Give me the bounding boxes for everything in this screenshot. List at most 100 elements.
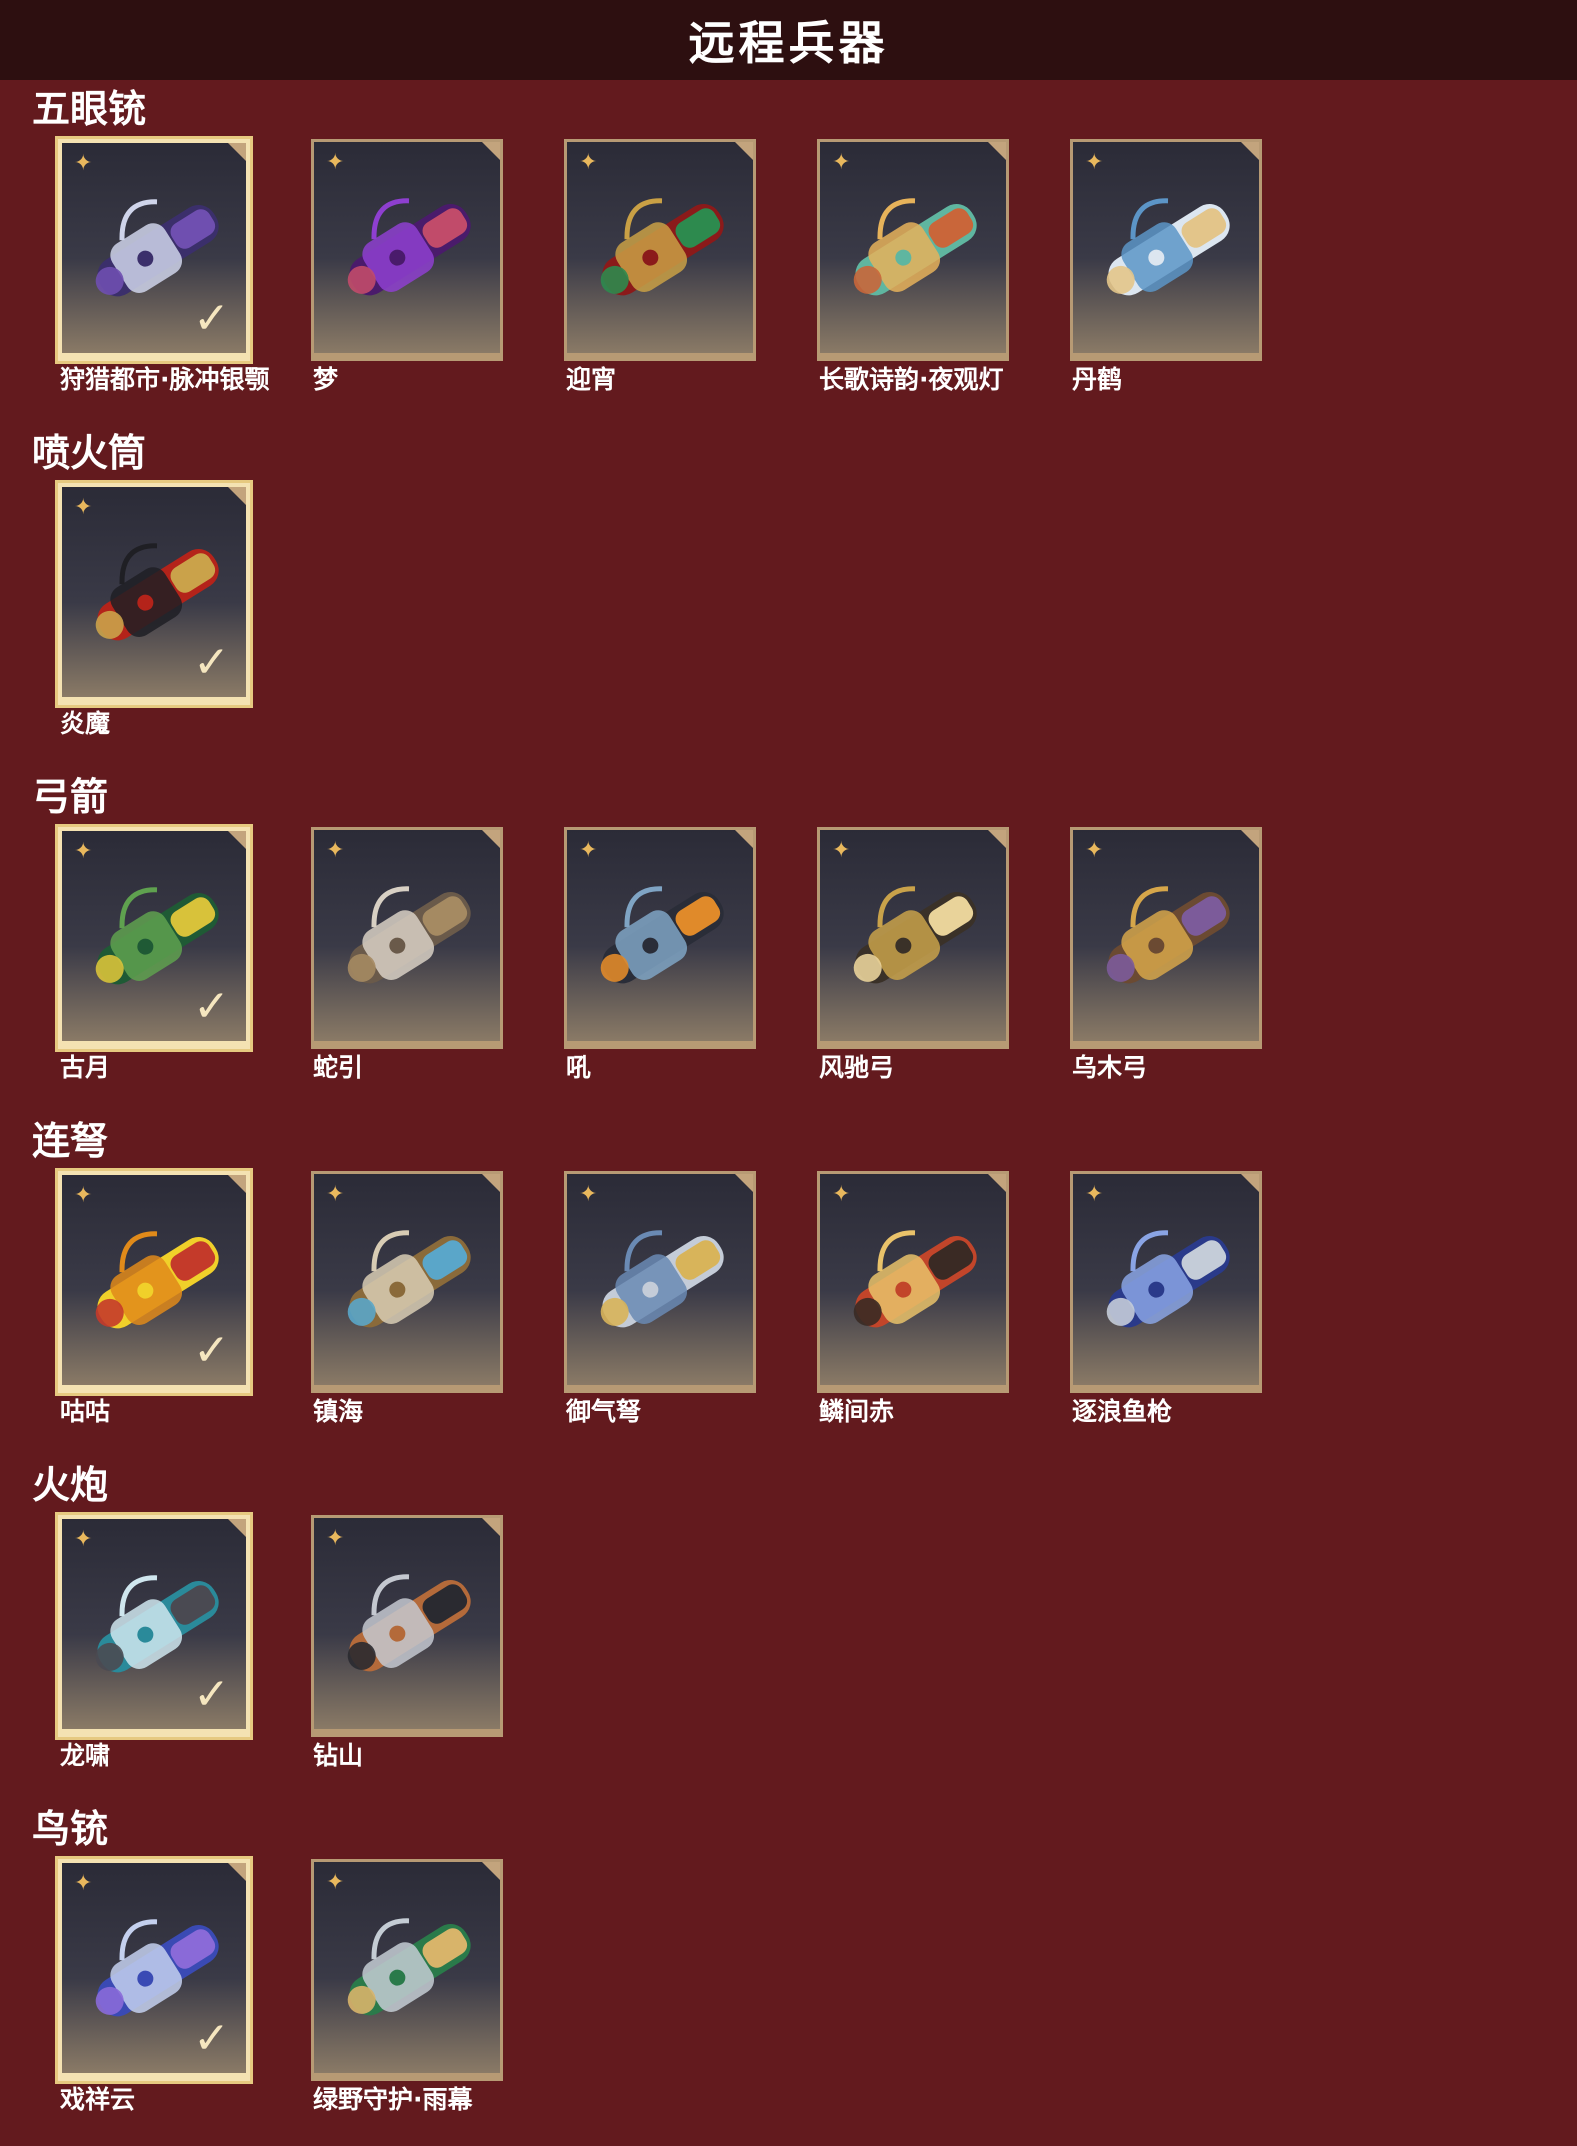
weapon-name: 钻山 [313,1741,364,1770]
corner-tab-icon [986,1174,1006,1194]
corner-tab-icon [986,142,1006,162]
weapon-card[interactable]: ✦ ✓ [55,1168,253,1396]
checkmark-icon: ✓ [193,981,230,1032]
weapon-item[interactable]: ✦ ✓ 龙啸 [32,1512,254,1775]
weapon-card[interactable]: ✦ [1070,1171,1262,1393]
corner-tab-icon [226,1863,246,1883]
weapon-section: 五眼铳 ✦ ✓ 狩猎都市·脉冲银颚 ✦ 梦 ✦ 迎宵 ✦ 长歌诗韵·夜观灯 ✦ 丹鹤 [0,82,1577,426]
weapon-item[interactable]: ✦ 乌木弓 [1044,827,1266,1087]
weapon-image [1106,886,1230,984]
weapon-card[interactable]: ✦ ✓ [55,480,253,708]
weapon-name: 龙啸 [60,1741,111,1770]
section-title: 鸟铳 [32,1807,109,1851]
weapon-name: 戏祥云 [60,2085,136,2114]
weapon-card[interactable]: ✦ [817,139,1009,361]
weapon-name: 古月 [60,1053,111,1082]
corner-tab-icon [1239,142,1259,162]
weapon-image [347,1918,471,2016]
corner-tab-icon [226,487,246,507]
weapon-card[interactable]: ✦ ✓ [55,824,253,1052]
weapon-section: 鸟铳 ✦ ✓ 戏祥云 ✦ 绿野守护·雨幕 [0,1802,1577,2146]
weapon-card[interactable]: ✦ [564,1171,756,1393]
weapon-item[interactable]: ✦ ✓ 炎魔 [32,480,254,743]
weapon-name: 蛇引 [313,1053,364,1082]
weapon-item[interactable]: ✦ ✓ 戏祥云 [32,1856,254,2119]
weapon-name: 乌木弓 [1072,1053,1148,1082]
weapon-item[interactable]: ✦ ✓ 狩猎都市·脉冲银颚 [32,136,270,399]
weapon-card[interactable]: ✦ [311,827,503,1049]
corner-tab-icon [480,830,500,850]
weapon-item[interactable]: ✦ 鳞间赤 [791,1171,1013,1431]
title-bar: 远程兵器 [0,0,1577,80]
weapon-card[interactable]: ✦ ✓ [55,136,253,364]
weapon-name: 吼 [566,1053,592,1082]
weapon-section: 喷火筒 ✦ ✓ 炎魔 [0,426,1577,770]
section-title: 连弩 [32,1119,109,1163]
weapon-item[interactable]: ✦ 风驰弓 [791,827,1013,1087]
corner-tab-icon [733,830,753,850]
corner-tab-icon [733,142,753,162]
weapon-card[interactable]: ✦ [311,1171,503,1393]
weapon-item[interactable]: ✦ 长歌诗韵·夜观灯 [791,139,1013,399]
weapon-card[interactable]: ✦ [817,827,1009,1049]
weapon-card[interactable]: ✦ [1070,139,1262,361]
weapon-item[interactable]: ✦ 蛇引 [285,827,507,1087]
weapon-name: 狩猎都市·脉冲银颚 [60,365,270,394]
checkmark-icon: ✓ [193,1325,230,1376]
weapon-section: 火炮 ✦ ✓ 龙啸 ✦ 钻山 [0,1458,1577,1802]
weapon-card[interactable]: ✦ [311,1515,503,1737]
weapon-image [853,886,977,984]
section-title: 火炮 [32,1463,109,1507]
weapon-card[interactable]: ✦ ✓ [55,1856,253,2084]
weapon-item[interactable]: ✦ 丹鹤 [1044,139,1266,399]
weapon-image [600,886,724,984]
section-title: 弓箭 [32,775,109,819]
weapon-image [347,1574,471,1672]
weapon-item[interactable]: ✦ 梦 [285,139,507,399]
corner-tab-icon [733,1174,753,1194]
section-title: 喷火筒 [32,431,147,475]
weapon-item[interactable]: ✦ 逐浪鱼枪 [1044,1171,1266,1431]
weapon-image [1106,198,1230,296]
weapon-image [1106,1230,1230,1328]
corner-tab-icon [1239,830,1259,850]
weapon-card[interactable]: ✦ ✓ [55,1512,253,1740]
weapon-image [600,198,724,296]
weapon-card[interactable]: ✦ [311,139,503,361]
weapon-item[interactable]: ✦ 绿野守护·雨幕 [285,1859,507,2119]
weapon-section: 弓箭 ✦ ✓ 古月 ✦ 蛇引 ✦ 吼 ✦ 风驰弓 ✦ 乌木弓 [0,770,1577,1114]
checkmark-icon: ✓ [193,637,230,688]
weapon-name: 长歌诗韵·夜观灯 [819,365,1004,394]
section-title: 五眼铳 [32,87,147,131]
corner-tab-icon [480,1174,500,1194]
weapon-item[interactable]: ✦ ✓ 咕咕 [32,1168,254,1431]
weapon-card[interactable]: ✦ [564,139,756,361]
weapon-name: 炎魔 [60,709,111,738]
weapon-image [347,1230,471,1328]
weapon-item[interactable]: ✦ 吼 [538,827,760,1087]
weapon-item[interactable]: ✦ 迎宵 [538,139,760,399]
corner-tab-icon [1239,1174,1259,1194]
weapon-name: 逐浪鱼枪 [1072,1397,1173,1426]
weapon-image [853,1230,977,1328]
weapon-name: 风驰弓 [819,1053,895,1082]
weapon-item[interactable]: ✦ 钻山 [285,1515,507,1775]
corner-tab-icon [226,1519,246,1539]
weapon-item[interactable]: ✦ 御气弩 [538,1171,760,1431]
weapon-card[interactable]: ✦ [817,1171,1009,1393]
weapon-image [600,1230,724,1328]
weapon-item[interactable]: ✦ ✓ 古月 [32,824,254,1087]
weapon-card[interactable]: ✦ [311,1859,503,2081]
weapon-name: 迎宵 [566,365,617,394]
corner-tab-icon [226,143,246,163]
weapon-card[interactable]: ✦ [1070,827,1262,1049]
checkmark-icon: ✓ [193,1669,230,1720]
weapon-image [347,886,471,984]
page-title: 远程兵器 [688,16,889,70]
corner-tab-icon [480,142,500,162]
weapon-card[interactable]: ✦ [564,827,756,1049]
weapon-item[interactable]: ✦ 镇海 [285,1171,507,1431]
weapon-section: 连弩 ✦ ✓ 咕咕 ✦ 镇海 ✦ 御气弩 ✦ 鳞间赤 ✦ 逐浪鱼枪 [0,1114,1577,1458]
weapon-name: 丹鹤 [1072,365,1123,394]
weapon-name: 绿野守护·雨幕 [313,2085,473,2114]
